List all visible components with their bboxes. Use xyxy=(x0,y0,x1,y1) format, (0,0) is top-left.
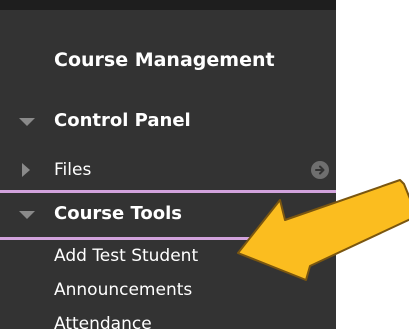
menu-heading: Course Management xyxy=(54,49,275,71)
triangle-right-icon[interactable] xyxy=(22,163,30,177)
files-link[interactable]: Files xyxy=(54,162,91,179)
highlight-divider-bottom xyxy=(0,237,336,240)
top-bar xyxy=(0,0,336,10)
control-panel-link[interactable]: Control Panel xyxy=(54,112,191,130)
announcements-link[interactable]: Announcements xyxy=(54,282,192,299)
circle-arrow-right-icon[interactable] xyxy=(311,161,329,179)
highlight-divider-top xyxy=(0,190,336,193)
add-test-student-link[interactable]: Add Test Student xyxy=(54,248,198,265)
course-tools-link[interactable]: Course Tools xyxy=(54,205,182,223)
screenshot-stage: Course Management Control Panel Files Co… xyxy=(0,0,409,329)
course-management-menu: Course Management Control Panel Files Co… xyxy=(0,0,336,329)
triangle-down-icon[interactable] xyxy=(19,118,35,126)
triangle-down-icon[interactable] xyxy=(19,211,35,219)
attendance-link[interactable]: Attendance xyxy=(54,316,152,329)
